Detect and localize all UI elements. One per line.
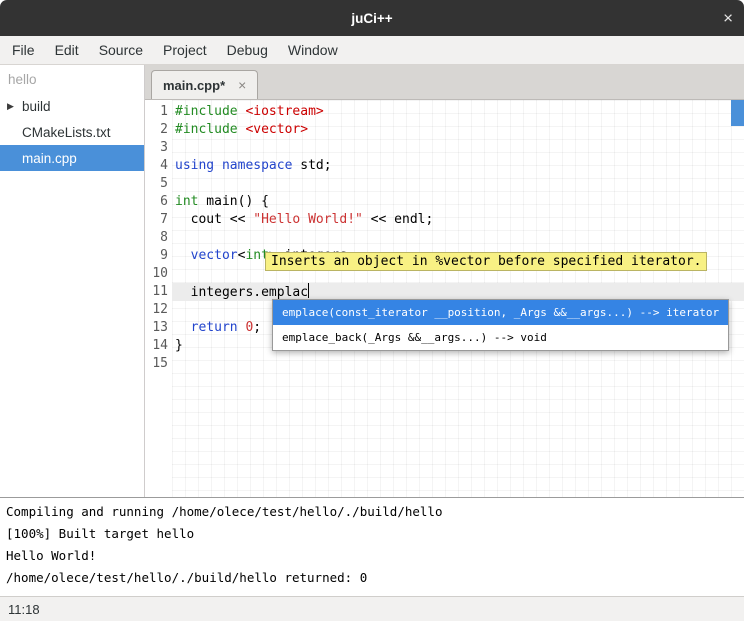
completion-item[interactable]: emplace_back(_Args &&__args...) --> void: [273, 325, 728, 350]
menu-item-source[interactable]: Source: [89, 36, 153, 64]
code-token: std;: [292, 158, 331, 173]
line-number: 6: [145, 193, 168, 211]
tree-item-label: main.cpp: [22, 151, 77, 166]
terminal-line: Hello World!: [6, 545, 744, 567]
terminal-line: /home/olece/test/hello/./build/hello ret…: [6, 567, 744, 589]
code-token: << endl;: [363, 212, 433, 227]
tree-item-build[interactable]: ▶build: [0, 93, 144, 119]
code-token: namespace: [222, 158, 292, 173]
code-token: "Hello World!": [253, 212, 363, 227]
code-token: [214, 158, 222, 173]
main-area: hello ▶build CMakeLists.txt main.cpp main.…: [0, 65, 744, 497]
terminal-output: Compiling and running /home/olece/test/h…: [6, 501, 744, 589]
line-number: 2: [145, 121, 168, 139]
line-number: 5: [145, 175, 168, 193]
line-number: 12: [145, 301, 168, 319]
expander-icon[interactable]: ▶: [7, 101, 22, 112]
doc-tooltip: Inserts an object in %vector before spec…: [265, 252, 707, 271]
terminal-line: [100%] Built target hello: [6, 523, 744, 545]
editor-tabs[interactable]: main.cpp* ×: [145, 65, 744, 100]
code-token: ;: [253, 320, 261, 335]
statusbar: 11:18: [0, 596, 744, 621]
file-browser-sidebar[interactable]: hello ▶build CMakeLists.txt main.cpp: [0, 65, 145, 497]
doc-tooltip-text: Inserts an object in %vector before spec…: [271, 254, 701, 269]
text-caret: [308, 283, 309, 298]
code-token: <vector>: [245, 122, 308, 137]
file-tree[interactable]: ▶build CMakeLists.txt main.cpp: [0, 93, 144, 171]
tab-close-icon[interactable]: ×: [238, 78, 246, 92]
code-token: integers.emplac: [175, 285, 308, 300]
code-token: #include: [175, 122, 238, 137]
tree-item-cmakelists-txt[interactable]: CMakeLists.txt: [0, 119, 144, 145]
line-number: 14: [145, 337, 168, 355]
project-label: hello: [0, 65, 144, 93]
close-icon[interactable]: ×: [723, 10, 733, 27]
code-line-4[interactable]: using namespace std;: [172, 157, 744, 175]
cursor-position: 11:18: [8, 602, 40, 617]
completion-popup[interactable]: emplace(const_iterator __position, _Args…: [272, 299, 729, 351]
tree-item-main-cpp[interactable]: main.cpp: [0, 145, 144, 171]
line-number: 1: [145, 103, 168, 121]
menubar: FileEditSourceProjectDebugWindow: [0, 36, 744, 65]
editor-pane: main.cpp* × 123456789101112131415 #inclu…: [145, 65, 744, 497]
code-token: vector: [191, 248, 238, 263]
menu-item-window[interactable]: Window: [278, 36, 348, 64]
code-line-6[interactable]: int main() {: [172, 193, 744, 211]
code-token: #include: [175, 104, 238, 119]
code-line-3[interactable]: [172, 139, 744, 157]
menu-item-project[interactable]: Project: [153, 36, 217, 64]
titlebar[interactable]: juCi++ ×: [0, 0, 744, 36]
code-token: <iostream>: [245, 104, 323, 119]
code-line-5[interactable]: [172, 175, 744, 193]
code-token: [175, 248, 191, 263]
line-number: 8: [145, 229, 168, 247]
code-token: using: [175, 158, 214, 173]
code-token: int: [175, 194, 198, 209]
terminal-panel[interactable]: Compiling and running /home/olece/test/h…: [0, 497, 744, 596]
line-number: 7: [145, 211, 168, 229]
line-number: 9: [145, 247, 168, 265]
code-token: cout <<: [175, 212, 253, 227]
line-number: 11: [145, 283, 168, 301]
line-number: 3: [145, 139, 168, 157]
menu-item-debug[interactable]: Debug: [217, 36, 278, 64]
tab-label: main.cpp*: [163, 78, 225, 93]
code-token: main() {: [198, 194, 268, 209]
tree-item-label: build: [22, 99, 51, 114]
code-token: }: [175, 338, 183, 353]
code-line-15[interactable]: [172, 355, 744, 373]
code-editor[interactable]: 123456789101112131415 #include <iostream…: [145, 100, 744, 497]
menu-item-file[interactable]: File: [2, 36, 45, 64]
app-window: juCi++ × FileEditSourceProjectDebugWindo…: [0, 0, 744, 621]
completion-item[interactable]: emplace(const_iterator __position, _Args…: [273, 300, 728, 325]
code-line-2[interactable]: #include <vector>: [172, 121, 744, 139]
window-title: juCi++: [0, 0, 744, 36]
line-number-gutter: 123456789101112131415: [145, 100, 172, 497]
code-token: [175, 320, 191, 335]
code-line-7[interactable]: cout << "Hello World!" << endl;: [172, 211, 744, 229]
code-line-8[interactable]: [172, 229, 744, 247]
line-number: 10: [145, 265, 168, 283]
menu-item-edit[interactable]: Edit: [45, 36, 89, 64]
tab-main-cpp[interactable]: main.cpp* ×: [151, 70, 258, 99]
terminal-line: Compiling and running /home/olece/test/h…: [6, 501, 744, 523]
tree-item-label: CMakeLists.txt: [22, 125, 111, 140]
editor-scrollbar-thumb[interactable]: [731, 100, 744, 126]
code-token: return: [191, 320, 238, 335]
line-number: 13: [145, 319, 168, 337]
line-number: 15: [145, 355, 168, 373]
code-line-1[interactable]: #include <iostream>: [172, 103, 744, 121]
line-number: 4: [145, 157, 168, 175]
